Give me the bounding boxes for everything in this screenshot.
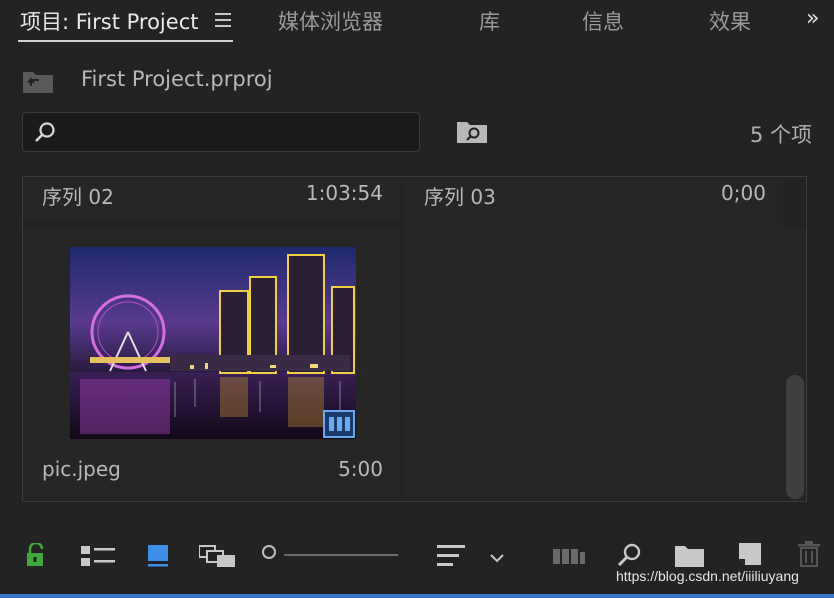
project-items-grid: 序列 02 1:03:54 序列 03 0;00 pic.jpeg 5:00 <box>22 176 807 502</box>
tab-effects[interactable]: 效果 <box>709 6 751 36</box>
item-card-pic[interactable]: pic.jpeg 5:00 <box>23 227 401 501</box>
item-header-sequence-02[interactable]: 序列 02 1:03:54 <box>23 177 401 221</box>
item-name: pic.jpeg <box>42 457 121 481</box>
zoom-slider-handle[interactable] <box>262 545 276 559</box>
search-box[interactable] <box>22 112 420 152</box>
item-thumbnail[interactable] <box>70 247 356 439</box>
icon-view-icon[interactable] <box>147 545 169 567</box>
item-duration: 1:03:54 <box>305 181 383 205</box>
grid-column-2: 序列 03 0;00 <box>403 177 783 501</box>
automate-to-sequence-icon <box>553 546 585 566</box>
tab-project[interactable]: 项目: First Project <box>20 6 198 36</box>
new-bin-icon[interactable] <box>675 544 704 567</box>
tab-libraries[interactable]: 库 <box>479 6 500 36</box>
chevron-down-icon[interactable] <box>489 549 505 563</box>
lock-icon[interactable] <box>25 541 47 567</box>
freeform-view-icon[interactable] <box>198 544 237 568</box>
more-tabs-button[interactable]: » <box>806 6 820 31</box>
watermark-text: https://blog.csdn.net/iiiliuyang <box>616 568 799 584</box>
trash-icon <box>797 541 821 567</box>
scrollbar-thumb[interactable] <box>786 375 804 499</box>
project-filename: First Project.prproj <box>81 67 273 91</box>
search-input[interactable] <box>65 119 409 147</box>
item-duration: 5:00 <box>338 457 383 481</box>
item-duration: 0;00 <box>721 181 766 205</box>
panel-tab-bar: 项目: First Project 媒体浏览器 库 信息 效果 » <box>0 0 834 44</box>
new-item-icon[interactable] <box>739 543 761 567</box>
list-view-icon[interactable] <box>81 545 115 567</box>
active-tab-indicator <box>18 40 233 42</box>
search-icon <box>33 121 57 149</box>
find-icon[interactable] <box>617 542 643 568</box>
panel-focus-bar <box>0 594 834 598</box>
zoom-slider-track[interactable] <box>284 554 398 556</box>
sort-icon[interactable] <box>437 544 465 570</box>
tab-media-browser[interactable]: 媒体浏览器 <box>278 6 383 36</box>
tab-info[interactable]: 信息 <box>582 6 624 36</box>
item-name: 序列 03 <box>424 185 496 209</box>
item-name: 序列 02 <box>42 185 114 209</box>
find-in-bin-icon[interactable] <box>456 118 488 144</box>
panel-menu-icon[interactable] <box>215 13 231 27</box>
parent-bin-icon[interactable] <box>22 68 54 94</box>
item-count: 5 个项 <box>749 123 812 147</box>
